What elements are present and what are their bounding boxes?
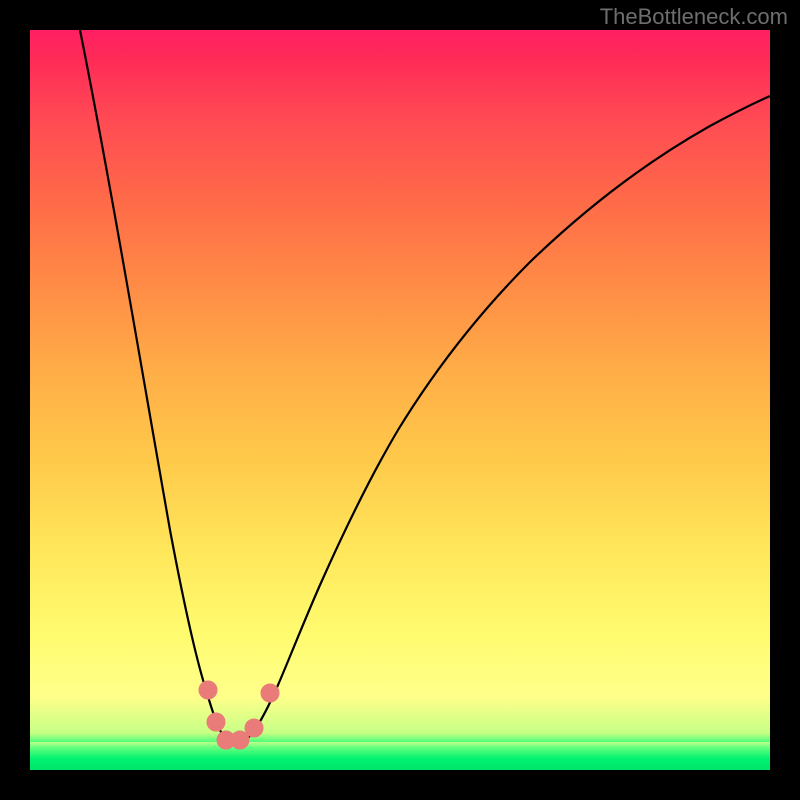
plot-area <box>30 30 770 770</box>
watermark-text: TheBottleneck.com <box>600 4 788 30</box>
trough-markers <box>199 681 279 749</box>
curve-layer <box>30 30 770 770</box>
bottleneck-curve <box>80 30 770 744</box>
frame: TheBottleneck.com <box>0 0 800 800</box>
